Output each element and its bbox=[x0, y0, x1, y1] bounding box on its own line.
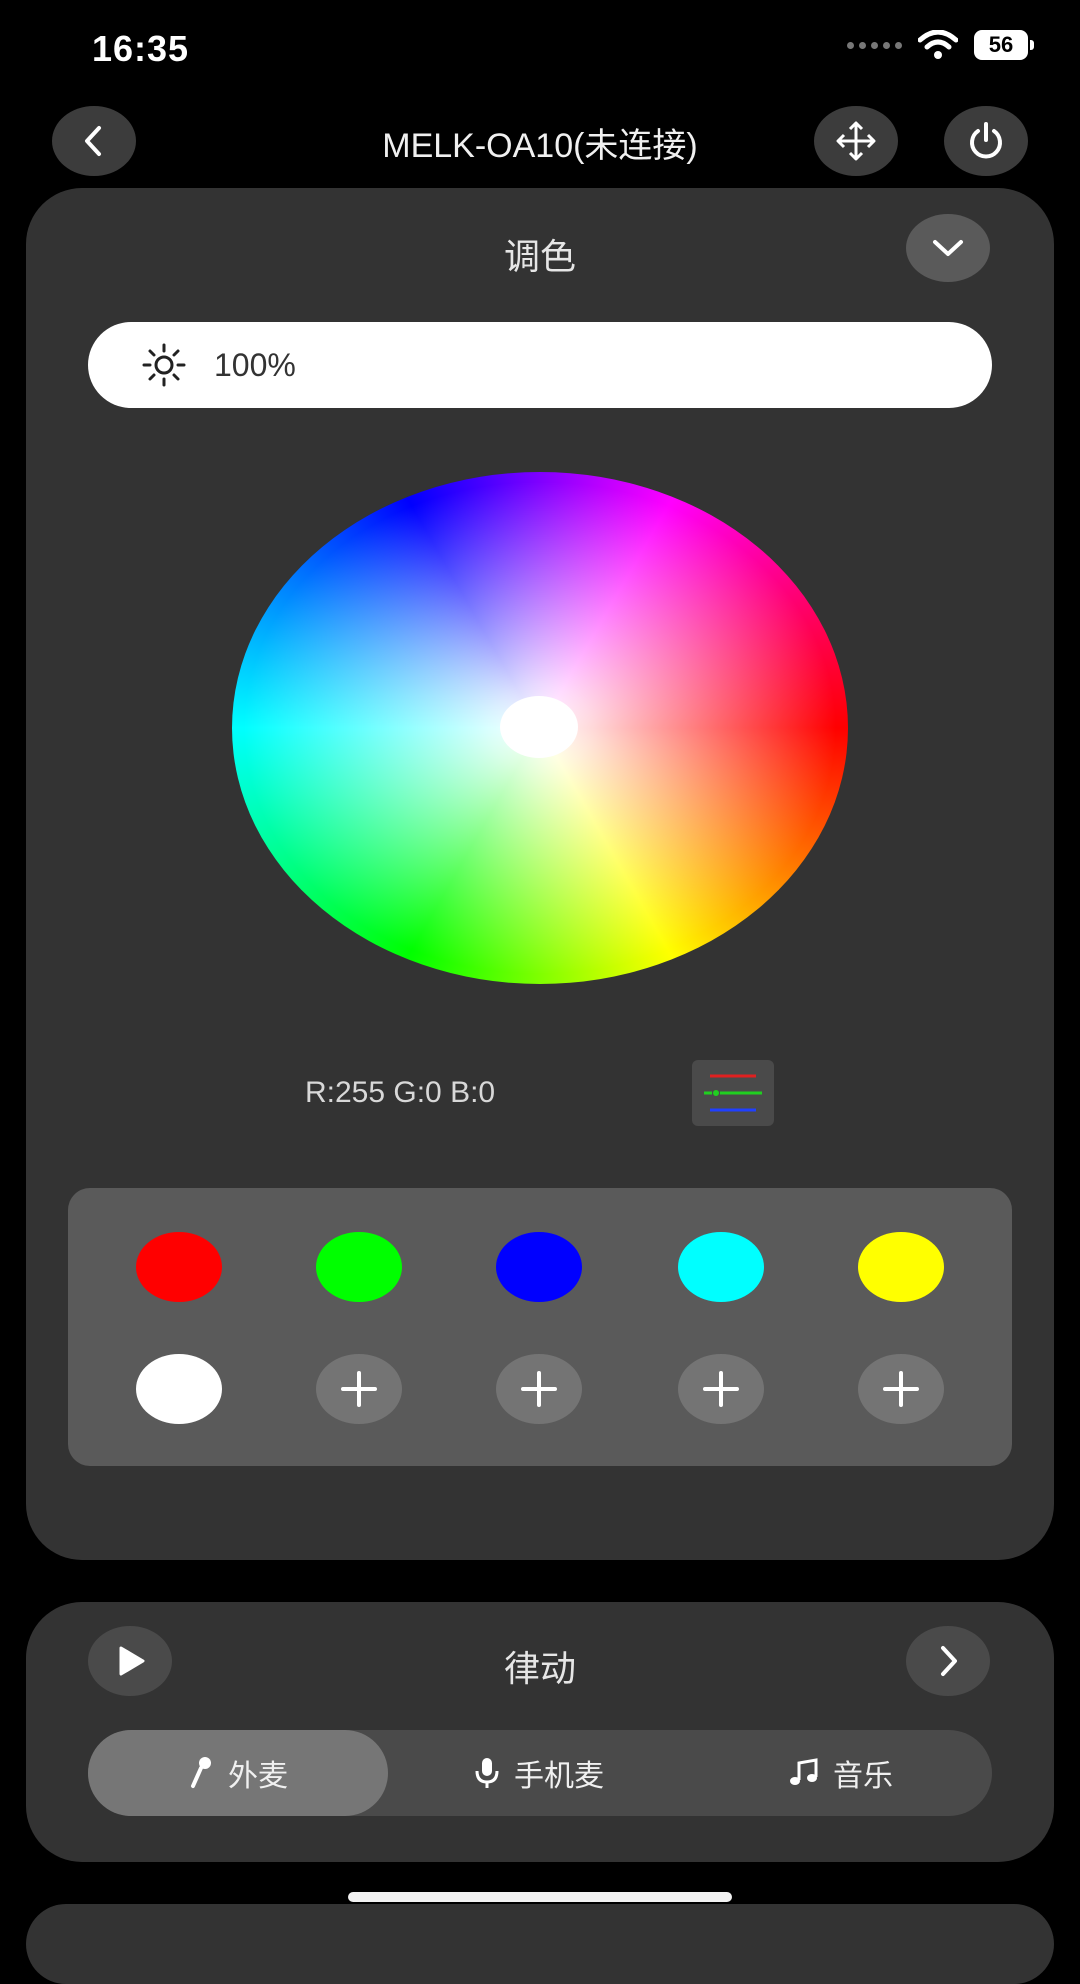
add-swatch-button[interactable] bbox=[678, 1354, 764, 1424]
battery-icon: 56 bbox=[974, 30, 1034, 60]
sun-icon bbox=[142, 343, 186, 387]
chevron-right-icon bbox=[941, 1646, 957, 1676]
swatch-panel bbox=[68, 1188, 1012, 1466]
rgb-sliders-icon bbox=[704, 1074, 762, 1112]
tab-music[interactable]: 音乐 bbox=[690, 1730, 992, 1816]
page-title: MELK-OA10(未连接) bbox=[382, 127, 698, 165]
tab-external-mic[interactable]: 外麦 bbox=[88, 1730, 388, 1816]
swatch-blue[interactable] bbox=[496, 1232, 582, 1302]
chevron-down-icon bbox=[933, 240, 963, 256]
signal-dots-icon bbox=[847, 41, 902, 49]
tab-label: 外麦 bbox=[228, 1760, 288, 1793]
tab-label: 手机麦 bbox=[514, 1760, 604, 1793]
home-indicator[interactable] bbox=[348, 1892, 732, 1902]
power-button[interactable] bbox=[944, 106, 1028, 176]
swatch-white[interactable] bbox=[136, 1354, 222, 1424]
wifi-icon bbox=[918, 30, 958, 59]
tab-label: 音乐 bbox=[833, 1760, 893, 1793]
rgb-readout: R:255 G:0 B:0 bbox=[305, 1076, 496, 1109]
brightness-slider[interactable]: 100% bbox=[88, 322, 992, 408]
plus-icon bbox=[341, 1371, 377, 1407]
color-wheel[interactable] bbox=[232, 472, 848, 984]
rgb-mode-button[interactable] bbox=[692, 1060, 774, 1126]
phone-mic-icon bbox=[475, 1758, 499, 1788]
add-swatch-button[interactable] bbox=[858, 1354, 944, 1424]
move-arrows-icon bbox=[836, 121, 876, 161]
move-button[interactable] bbox=[814, 106, 898, 176]
plus-icon bbox=[521, 1371, 557, 1407]
swatch-red[interactable] bbox=[136, 1232, 222, 1302]
collapse-button[interactable] bbox=[906, 214, 990, 282]
color-picker-knob[interactable] bbox=[500, 696, 578, 758]
swatch-cyan[interactable] bbox=[678, 1232, 764, 1302]
external-mic-icon bbox=[191, 1757, 211, 1788]
plus-icon bbox=[703, 1371, 739, 1407]
add-swatch-button[interactable] bbox=[316, 1354, 402, 1424]
rhythm-next-button[interactable] bbox=[906, 1626, 990, 1696]
tab-phone-mic[interactable]: 手机麦 bbox=[388, 1730, 690, 1816]
next-card bbox=[26, 1904, 1054, 1984]
brightness-value: 100% bbox=[214, 346, 296, 383]
music-note-icon bbox=[790, 1758, 818, 1785]
mic-source-tabs: 外麦 手机麦 音乐 bbox=[88, 1730, 992, 1816]
plus-icon bbox=[883, 1371, 919, 1407]
status-time: 16:35 bbox=[92, 28, 190, 69]
swatch-green[interactable] bbox=[316, 1232, 402, 1302]
status-icons: 56 bbox=[847, 30, 1034, 60]
swatch-yellow[interactable] bbox=[858, 1232, 944, 1302]
power-icon bbox=[970, 122, 1002, 159]
add-swatch-button[interactable] bbox=[496, 1354, 582, 1424]
